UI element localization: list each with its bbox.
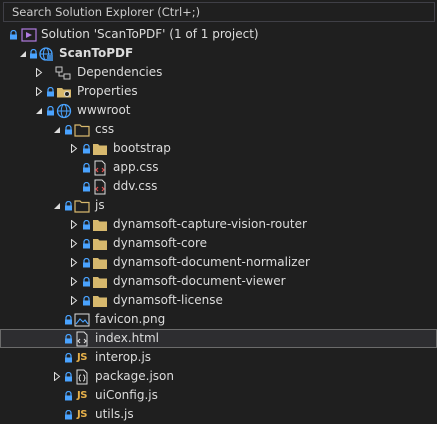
- lock-icon: [63, 310, 73, 329]
- tree-row-normalizer-folder[interactable]: dynamsoft-document-normalizer: [0, 253, 437, 272]
- js-folder-label: js: [95, 198, 105, 212]
- html-file-icon: [74, 329, 90, 348]
- tree-row-dcv-router-folder[interactable]: dynamsoft-capture-vision-router: [0, 215, 437, 234]
- utils-js-label: utils.js: [95, 407, 134, 421]
- lock-icon: [63, 405, 73, 424]
- chevron-right-icon[interactable]: [68, 234, 79, 253]
- search-input[interactable]: [4, 3, 434, 21]
- lock-icon: [81, 139, 91, 158]
- tree-row-properties[interactable]: Properties: [0, 82, 437, 101]
- tree-row-index-html[interactable]: index.html: [0, 329, 437, 348]
- core-folder-label: dynamsoft-core: [113, 236, 208, 250]
- normalizer-folder-label: dynamsoft-document-normalizer: [113, 255, 310, 269]
- wwwroot-label: wwwroot: [77, 103, 131, 117]
- tree-row-project[interactable]: ScanToPDF: [0, 44, 437, 63]
- tree-row-favicon[interactable]: favicon.png: [0, 310, 437, 329]
- chevron-right-icon[interactable]: [68, 215, 79, 234]
- lock-icon: [8, 25, 18, 44]
- lock-icon: [81, 158, 91, 177]
- lock-icon: [63, 196, 73, 215]
- bootstrap-folder-label: bootstrap: [113, 141, 171, 155]
- lock-icon: [63, 329, 73, 348]
- folder-icon: [92, 253, 108, 272]
- folder-open-icon: [74, 196, 90, 215]
- folder-icon: [92, 139, 108, 158]
- tree-row-ddv-css[interactable]: ddv.css: [0, 177, 437, 196]
- dcv-router-folder-label: dynamsoft-capture-vision-router: [113, 217, 307, 231]
- chevron-down-icon[interactable]: [51, 120, 62, 139]
- lock-icon: [63, 120, 73, 139]
- globe-icon: [56, 101, 72, 120]
- license-folder-label: dynamsoft-license: [113, 293, 223, 307]
- lock-icon: [81, 234, 91, 253]
- json-file-icon: [74, 367, 90, 386]
- tree-row-viewer-folder[interactable]: dynamsoft-document-viewer: [0, 272, 437, 291]
- lock-icon: [81, 291, 91, 310]
- chevron-right-icon[interactable]: [33, 63, 44, 82]
- web-project-icon: [38, 44, 54, 63]
- css-file-icon: [92, 158, 108, 177]
- tree-row-app-css[interactable]: app.css: [0, 158, 437, 177]
- chevron-down-icon[interactable]: [33, 101, 44, 120]
- uiconfig-js-label: uiConfig.js: [95, 388, 158, 402]
- tree-row-wwwroot[interactable]: wwwroot: [0, 101, 437, 120]
- interop-js-label: interop.js: [95, 350, 152, 364]
- css-file-icon: [92, 177, 108, 196]
- chevron-right-icon[interactable]: [68, 139, 79, 158]
- tree-row-uiconfig-js[interactable]: JS uiConfig.js: [0, 386, 437, 405]
- css-folder-label: css: [95, 122, 115, 136]
- lock-icon: [81, 177, 91, 196]
- js-file-icon: JS: [77, 409, 87, 420]
- package-json-label: package.json: [95, 369, 175, 383]
- folder-icon: [92, 272, 108, 291]
- tree-row-package-json[interactable]: package.json: [0, 367, 437, 386]
- folder-icon: [92, 215, 108, 234]
- chevron-right-icon[interactable]: [68, 291, 79, 310]
- tree-row-dependencies[interactable]: Dependencies: [0, 63, 437, 82]
- lock-icon: [28, 44, 38, 63]
- solution-label: Solution 'ScanToPDF' (1 of 1 project): [41, 27, 259, 41]
- tree-row-utils-js[interactable]: JS utils.js: [0, 405, 437, 424]
- js-file-icon: JS: [77, 390, 87, 401]
- lock-icon: [63, 367, 73, 386]
- tree-row-bootstrap-folder[interactable]: bootstrap: [0, 139, 437, 158]
- app-css-label: app.css: [113, 160, 159, 174]
- lock-icon: [45, 101, 55, 120]
- solution-icon: [21, 25, 37, 44]
- lock-icon: [63, 386, 73, 405]
- viewer-folder-label: dynamsoft-document-viewer: [113, 274, 286, 288]
- chevron-right-icon[interactable]: [33, 82, 44, 101]
- chevron-right-icon[interactable]: [68, 272, 79, 291]
- tree-row-js-folder[interactable]: js: [0, 196, 437, 215]
- lock-icon: [81, 253, 91, 272]
- dependencies-icon: [55, 63, 71, 82]
- lock-icon: [45, 82, 55, 101]
- js-file-icon: JS: [77, 352, 87, 363]
- project-label: ScanToPDF: [59, 46, 134, 60]
- properties-folder-icon: [56, 82, 72, 101]
- tree-row-css-folder[interactable]: css: [0, 120, 437, 139]
- chevron-right-icon[interactable]: [68, 253, 79, 272]
- ddv-css-label: ddv.css: [113, 179, 158, 193]
- folder-open-icon: [74, 120, 90, 139]
- chevron-down-icon[interactable]: [17, 44, 28, 63]
- solution-tree: Solution 'ScanToPDF' (1 of 1 project) Sc…: [0, 25, 437, 424]
- index-html-label: index.html: [95, 331, 159, 345]
- chevron-right-icon[interactable]: [51, 367, 62, 386]
- folder-icon: [92, 234, 108, 253]
- properties-label: Properties: [77, 84, 138, 98]
- chevron-down-icon[interactable]: [51, 196, 62, 215]
- search-box[interactable]: [3, 2, 435, 22]
- dependencies-label: Dependencies: [77, 65, 163, 79]
- folder-icon: [92, 291, 108, 310]
- tree-row-core-folder[interactable]: dynamsoft-core: [0, 234, 437, 253]
- tree-row-license-folder[interactable]: dynamsoft-license: [0, 291, 437, 310]
- image-file-icon: [74, 310, 90, 329]
- tree-row-interop-js[interactable]: JS interop.js: [0, 348, 437, 367]
- tree-row-solution[interactable]: Solution 'ScanToPDF' (1 of 1 project): [0, 25, 437, 44]
- lock-icon: [81, 272, 91, 291]
- favicon-label: favicon.png: [95, 312, 166, 326]
- lock-icon: [81, 215, 91, 234]
- lock-icon: [63, 348, 73, 367]
